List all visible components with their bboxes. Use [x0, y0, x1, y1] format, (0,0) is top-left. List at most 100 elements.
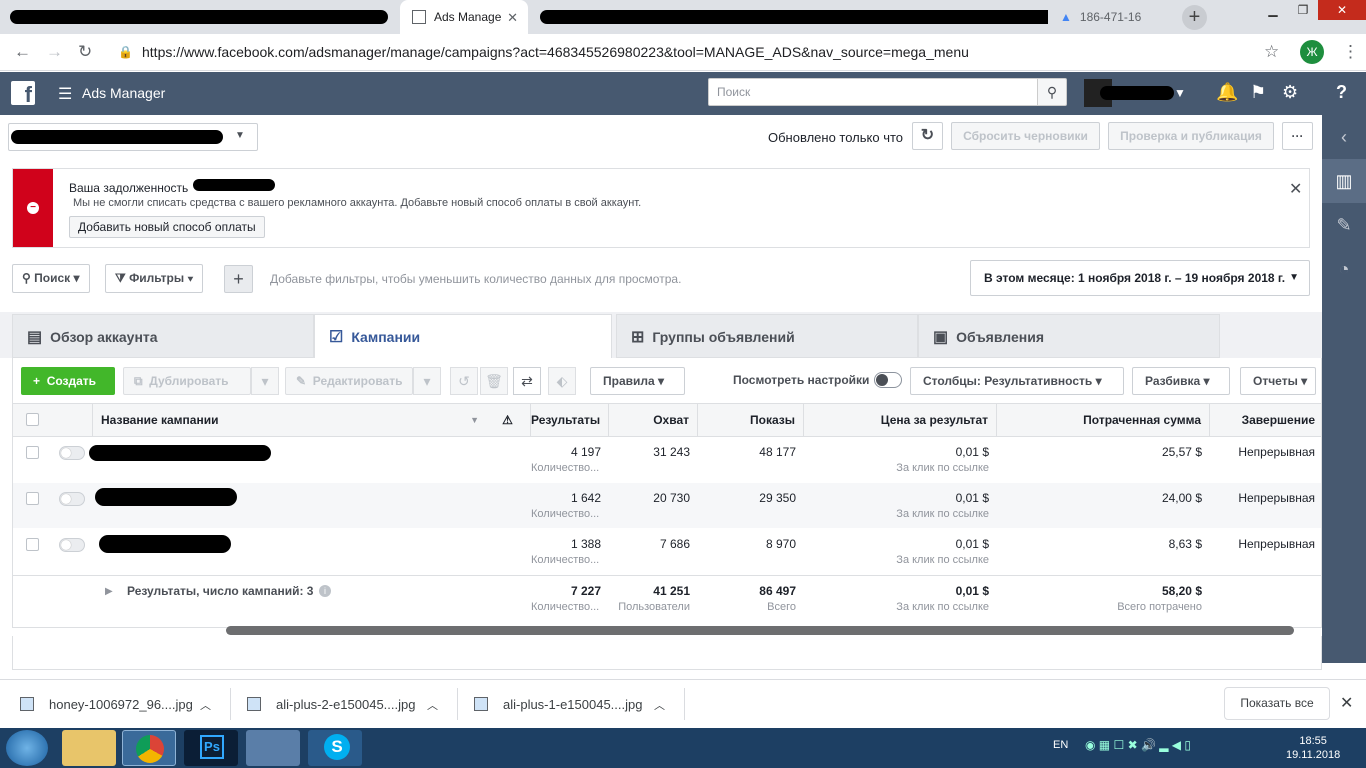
history-clock-icon[interactable]: ◔: [1322, 247, 1366, 291]
back-icon[interactable]: ←: [14, 42, 31, 62]
close-tab-icon[interactable]: ✕: [507, 10, 518, 26]
redaction-scribble: [10, 10, 388, 24]
select-all-checkbox[interactable]: [26, 413, 39, 426]
ab-test-icon[interactable]: ⇄: [513, 367, 541, 395]
download-item[interactable]: ali-plus-1-e150045....jpg: [503, 697, 642, 712]
chrome-icon[interactable]: [122, 730, 176, 766]
tab-ad-sets[interactable]: ⊞ Группы объявлений: [616, 314, 918, 358]
expand-arrow-icon[interactable]: ▶: [105, 586, 113, 597]
download-item[interactable]: ali-plus-2-e150045....jpg: [276, 697, 415, 712]
row-checkbox[interactable]: [26, 492, 39, 505]
table-row[interactable]: 1 642 Количество... 20 730 29 350 0,01 $…: [13, 483, 1321, 529]
campaign-toggle[interactable]: [59, 538, 85, 552]
bookmark-star-icon[interactable]: ☆: [1264, 42, 1279, 62]
reports-dropdown-button[interactable]: Отчеты ▾: [1240, 367, 1316, 395]
start-button[interactable]: [6, 730, 48, 766]
notepad-icon[interactable]: [246, 730, 300, 766]
skype-icon[interactable]: S: [308, 730, 362, 766]
tab-ads[interactable]: ▣ Объявления: [918, 314, 1220, 358]
hamburger-menu-icon[interactable]: ☰: [58, 84, 72, 104]
filters-dropdown-button[interactable]: ⧩ Фильтры ▾: [105, 264, 204, 293]
table-row[interactable]: 4 197 Количество... 31 243 48 177 0,01 $…: [13, 437, 1321, 483]
horizontal-scrollbar[interactable]: [226, 626, 1294, 635]
redaction-scribble: [1100, 86, 1174, 100]
column-header-reach[interactable]: Охват: [609, 404, 698, 437]
view-settings-toggle[interactable]: [874, 372, 902, 388]
reach-value: 31 243: [653, 445, 690, 459]
collapse-panel-icon[interactable]: ‹: [1322, 115, 1366, 159]
chevron-up-icon[interactable]: ︿: [654, 697, 665, 713]
search-dropdown-button[interactable]: ⚲ Поиск ▾: [12, 264, 90, 293]
refresh-button[interactable]: ↻: [912, 122, 943, 150]
browser-tab[interactable]: ▲ 186-471-16: [1048, 0, 1172, 34]
columns-dropdown-button[interactable]: Столбцы: Результативность ▾: [910, 367, 1124, 395]
help-icon[interactable]: ?: [1336, 82, 1347, 103]
search-icon[interactable]: ⚲: [1037, 78, 1067, 106]
trash-icon[interactable]: 🗑: [480, 367, 508, 395]
undo-icon[interactable]: ↺: [450, 367, 478, 395]
system-clock[interactable]: 18:55 19.11.2018: [1286, 734, 1340, 762]
edit-button[interactable]: ✎ Редактировать: [285, 367, 413, 395]
row-checkbox[interactable]: [26, 446, 39, 459]
reload-icon[interactable]: ↻: [78, 42, 92, 62]
rules-dropdown-button[interactable]: Правила ▾: [590, 367, 685, 395]
menu-kebab-icon[interactable]: ⋮: [1342, 42, 1359, 62]
flag-icon[interactable]: ⚑: [1250, 82, 1266, 103]
minimize-button[interactable]: ▁: [1258, 0, 1288, 20]
chevron-down-icon[interactable]: ▼: [1174, 86, 1186, 100]
download-item[interactable]: honey-1006972_96....jpg: [49, 697, 193, 712]
search-icon: ⚲: [22, 271, 31, 285]
photoshop-icon[interactable]: Ps: [184, 730, 238, 766]
language-indicator[interactable]: EN: [1053, 739, 1068, 751]
duplicate-button[interactable]: ⧉ Дублировать: [123, 367, 251, 395]
close-window-button[interactable]: ✕: [1318, 0, 1366, 20]
edit-pencil-icon[interactable]: ✎: [1322, 203, 1366, 247]
row-checkbox[interactable]: [26, 538, 39, 551]
add-payment-method-button[interactable]: Добавить новый способ оплаты: [69, 216, 265, 238]
chevron-up-icon[interactable]: ︿: [427, 697, 438, 713]
table-row[interactable]: 1 388 Количество... 7 686 8 970 0,01 $ З…: [13, 529, 1321, 575]
edit-label: Редактировать: [312, 374, 403, 388]
tab-campaigns[interactable]: ☑ Кампании: [314, 314, 612, 358]
tab-account-overview[interactable]: ▤ Обзор аккаунта: [12, 314, 314, 358]
info-icon[interactable]: i: [319, 585, 331, 597]
close-icon[interactable]: ✕: [1289, 179, 1302, 199]
url-field[interactable]: 🔒 https://www.facebook.com/adsmanager/ma…: [108, 39, 1298, 66]
profile-avatar[interactable]: Ж: [1300, 40, 1324, 64]
browser-tab-active[interactable]: Ads Manage ✕: [400, 0, 528, 34]
column-header-name[interactable]: Название кампании ▼: [93, 404, 486, 437]
account-selector[interactable]: ▼: [8, 123, 258, 151]
show-all-button[interactable]: Показать все: [1224, 687, 1330, 720]
create-button[interactable]: + Создать: [21, 367, 115, 395]
search-input[interactable]: Поиск: [708, 78, 1038, 106]
column-header-results[interactable]: Результаты: [531, 404, 609, 437]
ad-icon: ▣: [933, 329, 949, 346]
explorer-icon[interactable]: [62, 730, 116, 766]
new-tab-button[interactable]: +: [1182, 5, 1207, 30]
forward-icon[interactable]: →: [46, 42, 63, 62]
campaign-toggle[interactable]: [59, 492, 85, 506]
tag-icon[interactable]: ⬖: [548, 367, 576, 395]
column-header-impressions[interactable]: Показы: [698, 404, 804, 437]
more-options-button[interactable]: ···: [1282, 122, 1313, 150]
facebook-logo[interactable]: f: [11, 81, 35, 105]
discard-drafts-button[interactable]: Сбросить черновики: [951, 122, 1100, 150]
campaign-toggle[interactable]: [59, 446, 85, 460]
column-header-cost-per-result[interactable]: Цена за результат: [804, 404, 997, 437]
column-header-ends[interactable]: Завершение: [1210, 404, 1321, 437]
column-header-amount-spent[interactable]: Потраченная сумма: [997, 404, 1210, 437]
duplicate-dropdown-caret[interactable]: ▾: [251, 367, 279, 395]
maximize-button[interactable]: ❐: [1288, 0, 1318, 20]
review-publish-button[interactable]: Проверка и публикация: [1108, 122, 1274, 150]
notifications-bell-icon[interactable]: 🔔: [1216, 82, 1238, 103]
performance-chart-icon[interactable]: ▥: [1322, 159, 1366, 203]
breakdown-dropdown-button[interactable]: Разбивка ▾: [1132, 367, 1230, 395]
gear-icon[interactable]: ⚙: [1282, 82, 1298, 103]
close-icon[interactable]: ✕: [1340, 693, 1353, 713]
date-range-picker[interactable]: В этом месяце: 1 ноября 2018 г. – 19 ноя…: [970, 260, 1310, 296]
add-filter-button[interactable]: +: [224, 265, 253, 293]
cost-per-result-value: 0,01 $: [955, 537, 989, 551]
edit-dropdown-caret[interactable]: ▾: [413, 367, 441, 395]
chevron-up-icon[interactable]: ︿: [200, 697, 211, 713]
tray-icons[interactable]: ◉ ▦ ☐ ✖ 🔊 ▂ ◀ ▯: [1085, 738, 1191, 752]
